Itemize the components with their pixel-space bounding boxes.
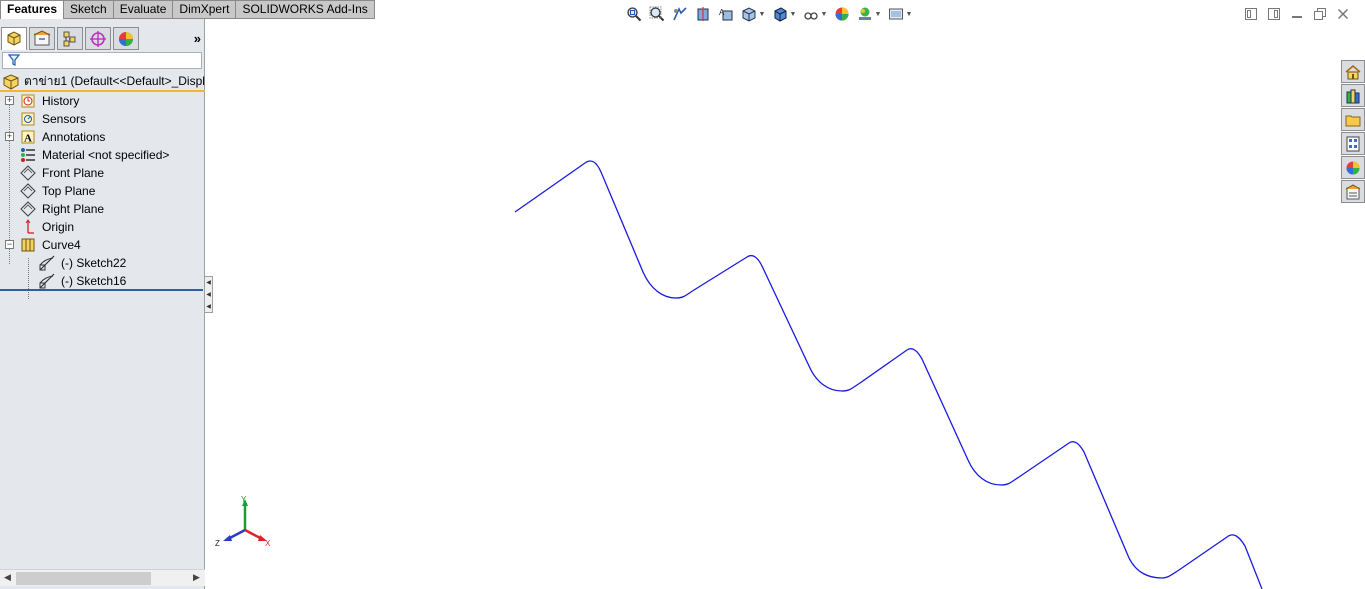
tree-item-sketch16[interactable]: (-) Sketch16 [0,272,205,290]
triad-x-label: X [265,539,271,548]
triad-y-label: Y [241,495,247,504]
solidworks-window: Features Sketch Evaluate DimXpert SOLIDW… [0,0,1365,589]
tree-item-label: Front Plane [42,166,105,180]
design-library-icon[interactable] [1341,84,1365,107]
view-palette-icon[interactable] [1341,132,1365,155]
curve-icon [19,236,37,254]
tree-item-right-plane[interactable]: Right Plane [0,200,205,218]
dimxpertmanager-icon[interactable] [85,27,111,50]
tree-item-history[interactable]: + History [0,92,205,110]
propertymanager-icon[interactable] [29,27,55,50]
tree-filter-input[interactable] [2,52,202,69]
task-pane-tabs [1341,60,1365,204]
tree-item-annotations[interactable]: + A Annotations [0,128,205,146]
tree-item-label: Right Plane [42,202,105,216]
tree-item-top-plane[interactable]: Top Plane [0,182,205,200]
horizontal-scrollbar[interactable]: ◀ ▶ [0,569,205,586]
tree-item-label: Sensors [42,112,87,126]
scrollbar-thumb[interactable] [16,572,151,585]
tab-sketch[interactable]: Sketch [64,0,114,19]
material-icon [19,146,37,164]
part-name: ตาข่าย1 (Default<<Default>_Displa [24,74,205,88]
plane-icon [19,200,37,218]
file-explorer-icon[interactable] [1341,108,1365,131]
tree-item-label: History [42,94,80,108]
tab-features[interactable]: Features [0,0,65,19]
filter-icon [7,54,21,69]
tree-item-label: Annotations [42,130,106,144]
featuremanager-tree-icon[interactable] [1,27,27,50]
rollback-bar[interactable] [0,289,203,291]
manager-tabs: » [0,27,205,51]
tab-evaluate[interactable]: Evaluate [113,0,174,19]
svg-text:A: A [24,133,32,145]
custom-properties-icon[interactable] [1341,180,1365,203]
plane-icon [19,182,37,200]
configurationmanager-icon[interactable] [57,27,83,50]
solidworks-resources-icon[interactable] [1341,60,1365,83]
expand-panel-icon[interactable]: » [194,31,201,46]
annotations-icon: A [19,128,37,146]
tree-item-material[interactable]: Material <not specified> [0,146,205,164]
part-root-node[interactable]: ตาข่าย1 (Default<<Default>_Displa [0,73,205,92]
history-icon [19,92,37,110]
scroll-right-icon[interactable]: ▶ [193,572,200,583]
feature-manager-panel: » ตาข่าย1 (Default<<Default>_Displa + Hi… [0,19,205,589]
tree-item-sensors[interactable]: Sensors [0,110,205,128]
collapse-icon[interactable]: − [5,240,14,249]
graphics-area[interactable] [206,0,1341,589]
sketch-icon [38,272,56,290]
scroll-left-icon[interactable]: ◀ [4,572,11,583]
tree-item-label: Curve4 [42,238,81,252]
triad-z-label: Z [215,539,220,548]
tree-item-label: Material <not specified> [42,148,170,162]
plane-icon [19,164,37,182]
tree-item-sketch22[interactable]: (-) Sketch22 [0,254,205,272]
reference-triad: Y X Z [213,494,275,550]
part-icon [2,73,22,90]
expand-icon[interactable]: + [5,132,14,141]
tree-item-label: (-) Sketch22 [61,256,127,270]
displaymanager-icon[interactable] [113,27,139,50]
sketch-icon [38,254,56,272]
expand-icon[interactable]: + [5,96,14,105]
origin-icon [19,218,37,236]
tree-item-front-plane[interactable]: Front Plane [0,164,205,182]
tree-item-label: Top Plane [42,184,96,198]
curve-geometry[interactable] [206,0,1341,589]
tree-item-label: (-) Sketch16 [61,274,127,288]
tree-item-origin[interactable]: Origin [0,218,205,236]
curve-path[interactable] [514,160,1263,589]
tree-item-curve4[interactable]: − Curve4 [0,236,205,254]
appearances-scenes-icon[interactable] [1341,156,1365,179]
tree-item-label: Origin [42,220,75,234]
sensors-icon [19,110,37,128]
feature-tree: + History Sensors + A Annotations Materi… [0,92,205,290]
